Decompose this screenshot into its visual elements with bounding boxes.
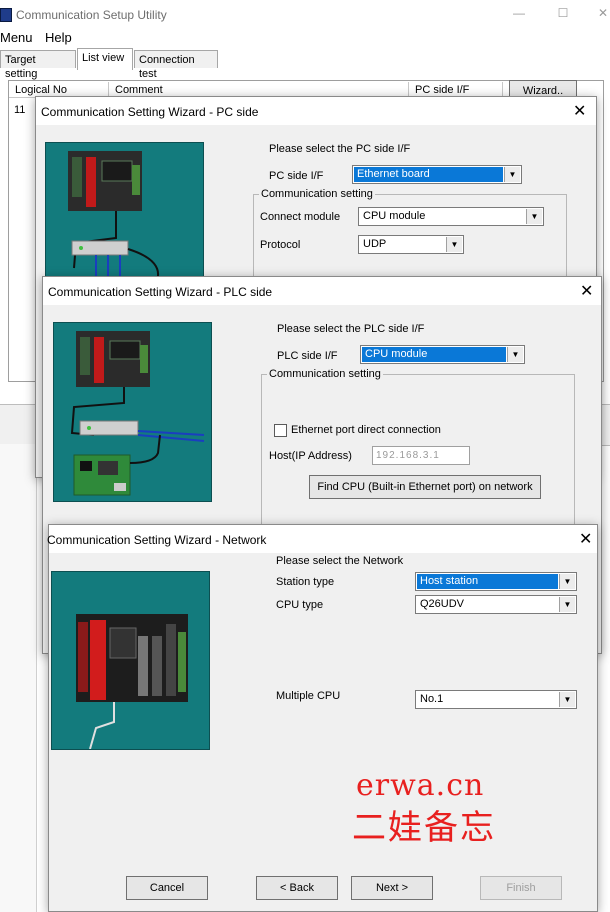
menu-item-help[interactable]: Help <box>45 30 72 45</box>
menu-item-menu[interactable]: Menu <box>0 30 33 45</box>
dialog-plc-close-icon[interactable]: ✕ <box>580 284 593 300</box>
minimize-icon[interactable]: — <box>512 6 526 20</box>
tab-connection-test[interactable]: Connection test <box>134 50 218 80</box>
pc-setup-illustration <box>45 142 204 284</box>
close-icon[interactable]: ✕ <box>596 6 610 20</box>
connect-module-label: Connect module <box>260 211 341 223</box>
pc-side-if-value: Ethernet board <box>354 167 503 182</box>
protocol-dropdown[interactable]: UDP ▼ <box>358 235 464 254</box>
network-illustration-graphic <box>76 614 188 749</box>
dialog-pc-title: Communication Setting Wizard - PC side <box>41 105 259 119</box>
pc-side-prompt: Please select the PC side I/F <box>269 143 411 155</box>
plc-side-prompt: Please select the PLC side I/F <box>277 323 425 335</box>
pc-communication-setting-label: Communication setting <box>259 188 375 200</box>
cpu-type-value: Q26UDV <box>420 598 465 610</box>
cpu-type-dropdown[interactable]: Q26UDV ▼ <box>415 595 577 614</box>
chevron-down-icon: ▼ <box>559 692 575 707</box>
plc-setup-illustration-graphic <box>70 331 205 496</box>
chevron-down-icon: ▼ <box>446 237 462 252</box>
tab-target-setting[interactable]: Target setting <box>0 50 76 80</box>
connect-module-value: CPU module <box>363 210 426 222</box>
chevron-down-icon: ▼ <box>507 347 523 362</box>
ethernet-direct-connection-label: Ethernet port direct connection <box>291 424 441 436</box>
network-prompt: Please select the Network <box>276 555 404 567</box>
plc-setup-illustration <box>53 322 212 502</box>
dialog-network-title: Communication Setting Wizard - Network <box>47 533 267 547</box>
watermark-chinese: 二娃备忘 <box>352 808 496 848</box>
list-row-logical-no[interactable]: 11 <box>14 104 25 116</box>
multiple-cpu-label: Multiple CPU <box>276 690 341 702</box>
menu-bar <box>0 28 610 48</box>
finish-button[interactable]: Finish <box>480 876 562 900</box>
left-panel <box>0 444 37 912</box>
cancel-button[interactable]: Cancel <box>126 876 208 900</box>
protocol-label: Protocol <box>260 239 301 251</box>
find-cpu-button[interactable]: Find CPU (Built-in Ethernet port) on net… <box>309 475 541 499</box>
plc-side-if-dropdown[interactable]: CPU module ▼ <box>360 345 525 364</box>
maximize-icon[interactable]: ☐ <box>556 6 570 20</box>
network-illustration <box>51 571 210 750</box>
host-ip-input[interactable]: 192.168.3.1 <box>372 446 470 465</box>
dialog-network: Communication Setting Wizard - Network ✕… <box>47 524 598 912</box>
chevron-down-icon: ▼ <box>559 574 575 589</box>
plc-side-if-value: CPU module <box>362 347 506 362</box>
plc-side-if-label: PLC side I/F <box>277 350 338 362</box>
pc-setup-illustration-graphic <box>68 151 159 283</box>
app-title: Communication Setup Utility <box>16 8 167 22</box>
pc-side-if-dropdown[interactable]: Ethernet board ▼ <box>352 165 522 184</box>
chevron-down-icon: ▼ <box>526 209 542 224</box>
tab-list-view[interactable]: List view <box>77 48 133 70</box>
host-ip-label: Host(IP Address) <box>269 450 352 462</box>
app-icon <box>0 8 12 22</box>
next-button[interactable]: Next > <box>351 876 433 900</box>
protocol-value: UDP <box>363 238 387 250</box>
chevron-down-icon: ▼ <box>559 597 575 612</box>
multiple-cpu-dropdown[interactable]: No.1 ▼ <box>415 690 577 709</box>
watermark-domain: erwa.cn <box>356 768 485 803</box>
pc-side-if-label: PC side I/F <box>269 170 324 182</box>
cpu-type-label: CPU type <box>276 599 324 611</box>
dialog-plc-title: Communication Setting Wizard - PLC side <box>48 285 273 299</box>
back-button[interactable]: < Back <box>256 876 338 900</box>
dialog-pc-close-icon[interactable]: ✕ <box>573 104 586 120</box>
chevron-down-icon: ▼ <box>504 167 520 182</box>
connect-module-dropdown[interactable]: CPU module ▼ <box>358 207 544 226</box>
dialog-network-close-icon[interactable]: ✕ <box>579 532 592 548</box>
plc-communication-setting-label: Communication setting <box>267 368 383 380</box>
multiple-cpu-value: No.1 <box>420 693 444 705</box>
station-type-dropdown[interactable]: Host station ▼ <box>415 572 577 591</box>
ethernet-direct-connection-checkbox[interactable] <box>274 424 287 437</box>
station-type-label: Station type <box>276 576 335 588</box>
station-type-value: Host station <box>417 574 558 589</box>
